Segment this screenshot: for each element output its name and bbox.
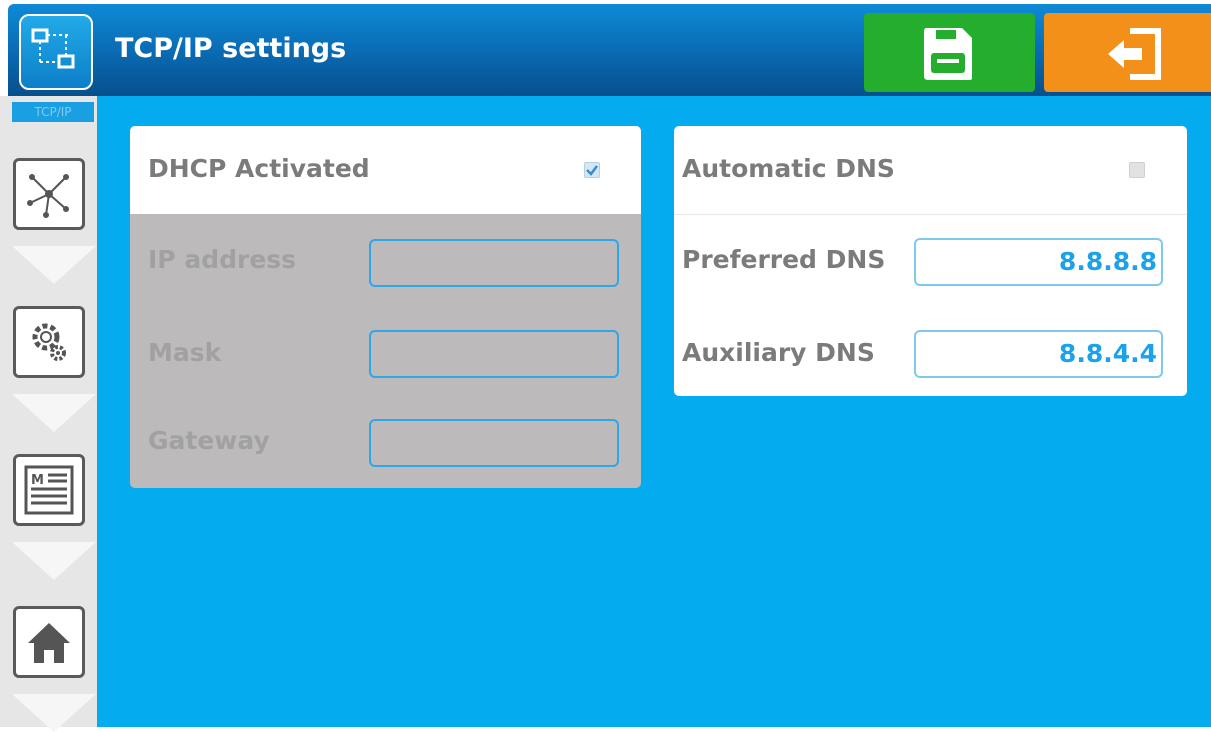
svg-text:M: M — [31, 473, 44, 488]
sidebar-separator — [12, 394, 96, 432]
title-bar: TCP/IP settings — [8, 4, 1211, 96]
dhcp-label: DHCP Activated — [148, 154, 370, 183]
dhcp-checkbox[interactable] — [584, 162, 600, 178]
page-title: TCP/IP settings — [115, 33, 347, 64]
network-settings-icon — [19, 14, 93, 90]
automatic-dns-label: Automatic DNS — [682, 154, 895, 183]
sidebar: TCP/IP M — [0, 96, 97, 732]
sidebar-item-settings[interactable] — [13, 306, 85, 378]
preferred-dns-label: Preferred DNS — [682, 245, 886, 274]
save-button[interactable] — [864, 13, 1035, 92]
dhcp-header: DHCP Activated — [130, 126, 641, 214]
check-mark-icon — [586, 165, 598, 176]
dhcp-panel: DHCP Activated IP address Mask Gateway — [130, 126, 641, 488]
sidebar-separator — [12, 694, 96, 732]
sidebar-item-network[interactable] — [13, 158, 85, 230]
sidebar-separator — [12, 542, 96, 580]
automatic-dns-checkbox[interactable] — [1129, 162, 1145, 178]
ip-address-field[interactable] — [369, 239, 619, 287]
sidebar-item-menu[interactable]: M — [13, 454, 85, 526]
gateway-label: Gateway — [148, 426, 270, 455]
mask-label: Mask — [148, 338, 222, 367]
auxiliary-dns-field[interactable]: 8.8.4.4 — [914, 330, 1163, 378]
auxiliary-dns-label: Auxiliary DNS — [682, 338, 875, 367]
dns-panel: Automatic DNS Preferred DNS 8.8.8.8 Auxi… — [674, 126, 1187, 396]
gateway-field[interactable] — [369, 419, 619, 467]
floppy-disk-icon — [924, 28, 972, 80]
mask-field[interactable] — [369, 330, 619, 378]
preferred-dns-field[interactable]: 8.8.8.8 — [914, 238, 1163, 286]
sidebar-item-home[interactable] — [13, 606, 85, 678]
menu-list-icon: M — [24, 465, 74, 515]
exit-button[interactable] — [1044, 13, 1211, 92]
gear-icon — [32, 323, 66, 361]
exit-arrow-icon — [1108, 28, 1161, 80]
sidebar-separator — [12, 246, 96, 284]
divider — [674, 214, 1187, 215]
sidebar-tag: TCP/IP — [12, 102, 94, 122]
network-topology-icon — [27, 174, 69, 218]
home-icon — [28, 623, 70, 663]
ip-address-label: IP address — [148, 245, 297, 274]
